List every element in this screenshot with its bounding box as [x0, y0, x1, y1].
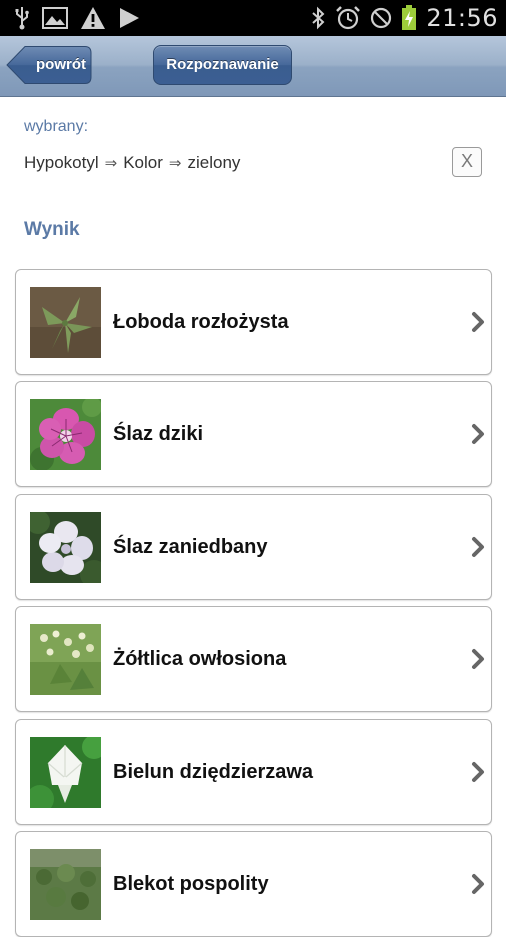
chevron-right-icon	[472, 762, 484, 782]
shaggy-soldier-photo	[30, 624, 101, 695]
breadcrumb-item: Kolor	[123, 153, 163, 172]
clock-time: 21:56	[426, 4, 498, 32]
result-item[interactable]: Łoboda rozłożysta	[15, 269, 492, 375]
play-icon	[120, 8, 139, 28]
selection-label: wybrany:	[24, 118, 89, 135]
result-item-name: Żółtlica owłosiona	[113, 648, 287, 670]
common-mallow-photo	[30, 399, 101, 470]
breadcrumb-item: Hypokotyl	[24, 153, 99, 172]
result-item-name: Łoboda rozłożysta	[113, 311, 289, 333]
clear-selection-button[interactable]: X	[452, 147, 482, 177]
thorn-apple-photo	[30, 737, 101, 808]
fools-parsley-photo	[30, 849, 101, 920]
results-heading: Wynik	[24, 219, 80, 240]
chevron-right-icon	[472, 537, 484, 557]
back-button[interactable]: powrót	[6, 45, 92, 85]
warning-icon	[81, 7, 105, 29]
chevron-right-icon	[472, 424, 484, 444]
result-item-name: Blekot pospolity	[113, 873, 269, 895]
result-item[interactable]: Żółtlica owłosiona	[15, 606, 492, 712]
chevron-right-icon	[472, 649, 484, 669]
navigation-bar: powrót Rozpoznawanie	[0, 36, 506, 97]
dwarf-mallow-photo	[30, 512, 101, 583]
breadcrumb-separator: ⇒	[104, 154, 118, 172]
result-item-name: Bielun dziędzierzawa	[113, 761, 314, 783]
back-button-label: powrót	[36, 56, 86, 73]
result-item[interactable]: Bielun dziędzierzawa	[15, 719, 492, 825]
result-item[interactable]: Ślaz dziki	[15, 381, 492, 487]
recognize-button[interactable]: Rozpoznawanie	[153, 45, 292, 85]
battery-charging-icon	[402, 5, 417, 30]
result-item[interactable]: Ślaz zaniedbany	[15, 494, 492, 600]
result-item-name: Ślaz zaniedbany	[113, 536, 268, 558]
alarm-icon	[336, 6, 361, 30]
spreading-orache-photo	[30, 287, 101, 358]
selection-breadcrumb: Hypokotyl ⇒ Kolor ⇒ zielony	[24, 153, 240, 173]
no-sim-icon	[371, 7, 392, 29]
chevron-right-icon	[472, 874, 484, 894]
breadcrumb-separator: ⇒	[168, 154, 182, 172]
image-icon	[42, 7, 68, 29]
chevron-right-icon	[472, 312, 484, 332]
bluetooth-icon	[312, 6, 325, 30]
breadcrumb-item: zielony	[187, 153, 241, 172]
usb-icon	[15, 7, 29, 30]
result-item[interactable]: Blekot pospolity	[15, 831, 492, 937]
result-item-name: Ślaz dziki	[113, 423, 204, 445]
status-bar: 21:56	[0, 0, 506, 36]
